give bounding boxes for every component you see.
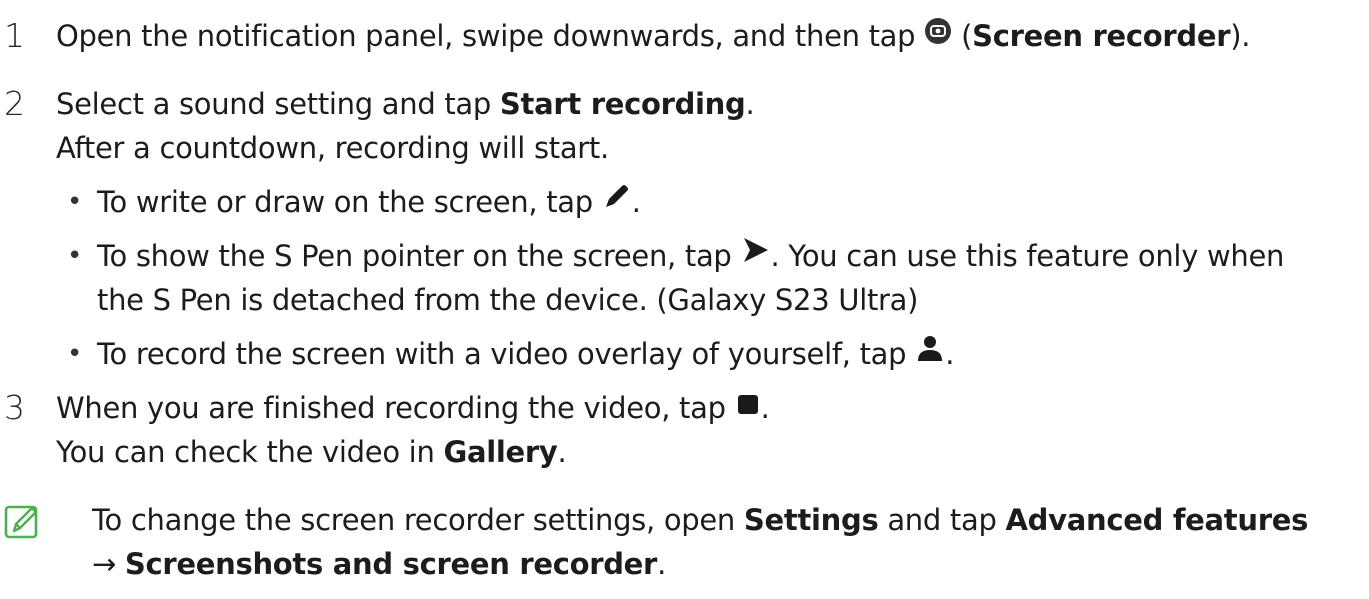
note-text: → Screenshots and screen recorder.: [92, 544, 666, 584]
note-text-part: .: [657, 547, 666, 581]
advanced-features-label: Advanced features: [1005, 503, 1309, 537]
bullet-dot: •: [67, 339, 83, 369]
note-text-part: and tap: [878, 503, 1006, 537]
step-number: 3: [4, 388, 25, 427]
note-text-part: To change the screen recorder settings, …: [92, 503, 744, 537]
arrow-glyph: →: [92, 547, 125, 581]
start-recording-label: Start recording: [499, 87, 746, 121]
step-text-part: (: [952, 19, 973, 53]
step-text-part: Select a sound setting and tap: [56, 87, 500, 121]
step-subtext: You can check the video in Gallery.: [56, 432, 567, 472]
note-text: To change the screen recorder settings, …: [92, 500, 1308, 540]
bullet-text: To write or draw on the screen, tap .: [97, 182, 641, 224]
step-text-part: Open the notification panel, swipe downw…: [56, 19, 925, 53]
pen-icon: [602, 181, 632, 221]
gallery-label: Gallery: [443, 435, 558, 469]
settings-label: Settings: [743, 503, 879, 537]
step-text-part: ).: [1230, 19, 1251, 53]
step-text-part: .: [745, 87, 755, 121]
step-text-part: When you are finished recording the vide…: [56, 391, 735, 425]
screen-recorder-label: Screen recorder: [972, 19, 1231, 53]
step-text-part: .: [760, 391, 770, 425]
step-number: 2: [4, 84, 25, 123]
step-subtext-part: You can check the video in: [56, 435, 444, 469]
step-number: 1: [4, 16, 25, 55]
pointer-icon: [740, 235, 770, 275]
bullet-text-part: .: [945, 337, 955, 371]
step-subtext-part: .: [557, 435, 567, 469]
bullet-text-part: To show the S Pen pointer on the screen,…: [97, 239, 741, 273]
step-text: Open the notification panel, swipe downw…: [56, 16, 1250, 58]
document-page: { "steps": [ { "number": "1", "text_befo…: [0, 0, 1369, 599]
bullet-text-part: To record the screen with a video overla…: [97, 337, 916, 371]
note-icon: [4, 504, 40, 540]
step-text: When you are finished recording the vide…: [56, 388, 770, 430]
person-icon: [915, 333, 945, 373]
bullet-dot: •: [67, 187, 83, 217]
step-subtext: After a countdown, recording will start.: [56, 131, 609, 165]
screen-recorder-icon: [924, 15, 952, 55]
screenshots-screen-recorder-label: Screenshots and screen recorder: [124, 547, 658, 581]
step-text: Select a sound setting and tap Start rec…: [56, 84, 755, 124]
bullet-text: To show the S Pen pointer on the screen,…: [97, 236, 1284, 278]
bullet-text: To record the screen with a video overla…: [97, 334, 954, 376]
bullet-dot: •: [67, 241, 83, 271]
bullet-text-part: . You can use this feature only when: [770, 239, 1285, 273]
bullet-text-part: To write or draw on the screen, tap: [97, 185, 602, 219]
stop-icon: [735, 387, 761, 427]
bullet-continuation-text: the S Pen is detached from the device. (…: [97, 283, 919, 317]
bullet-text-part: .: [631, 185, 641, 219]
